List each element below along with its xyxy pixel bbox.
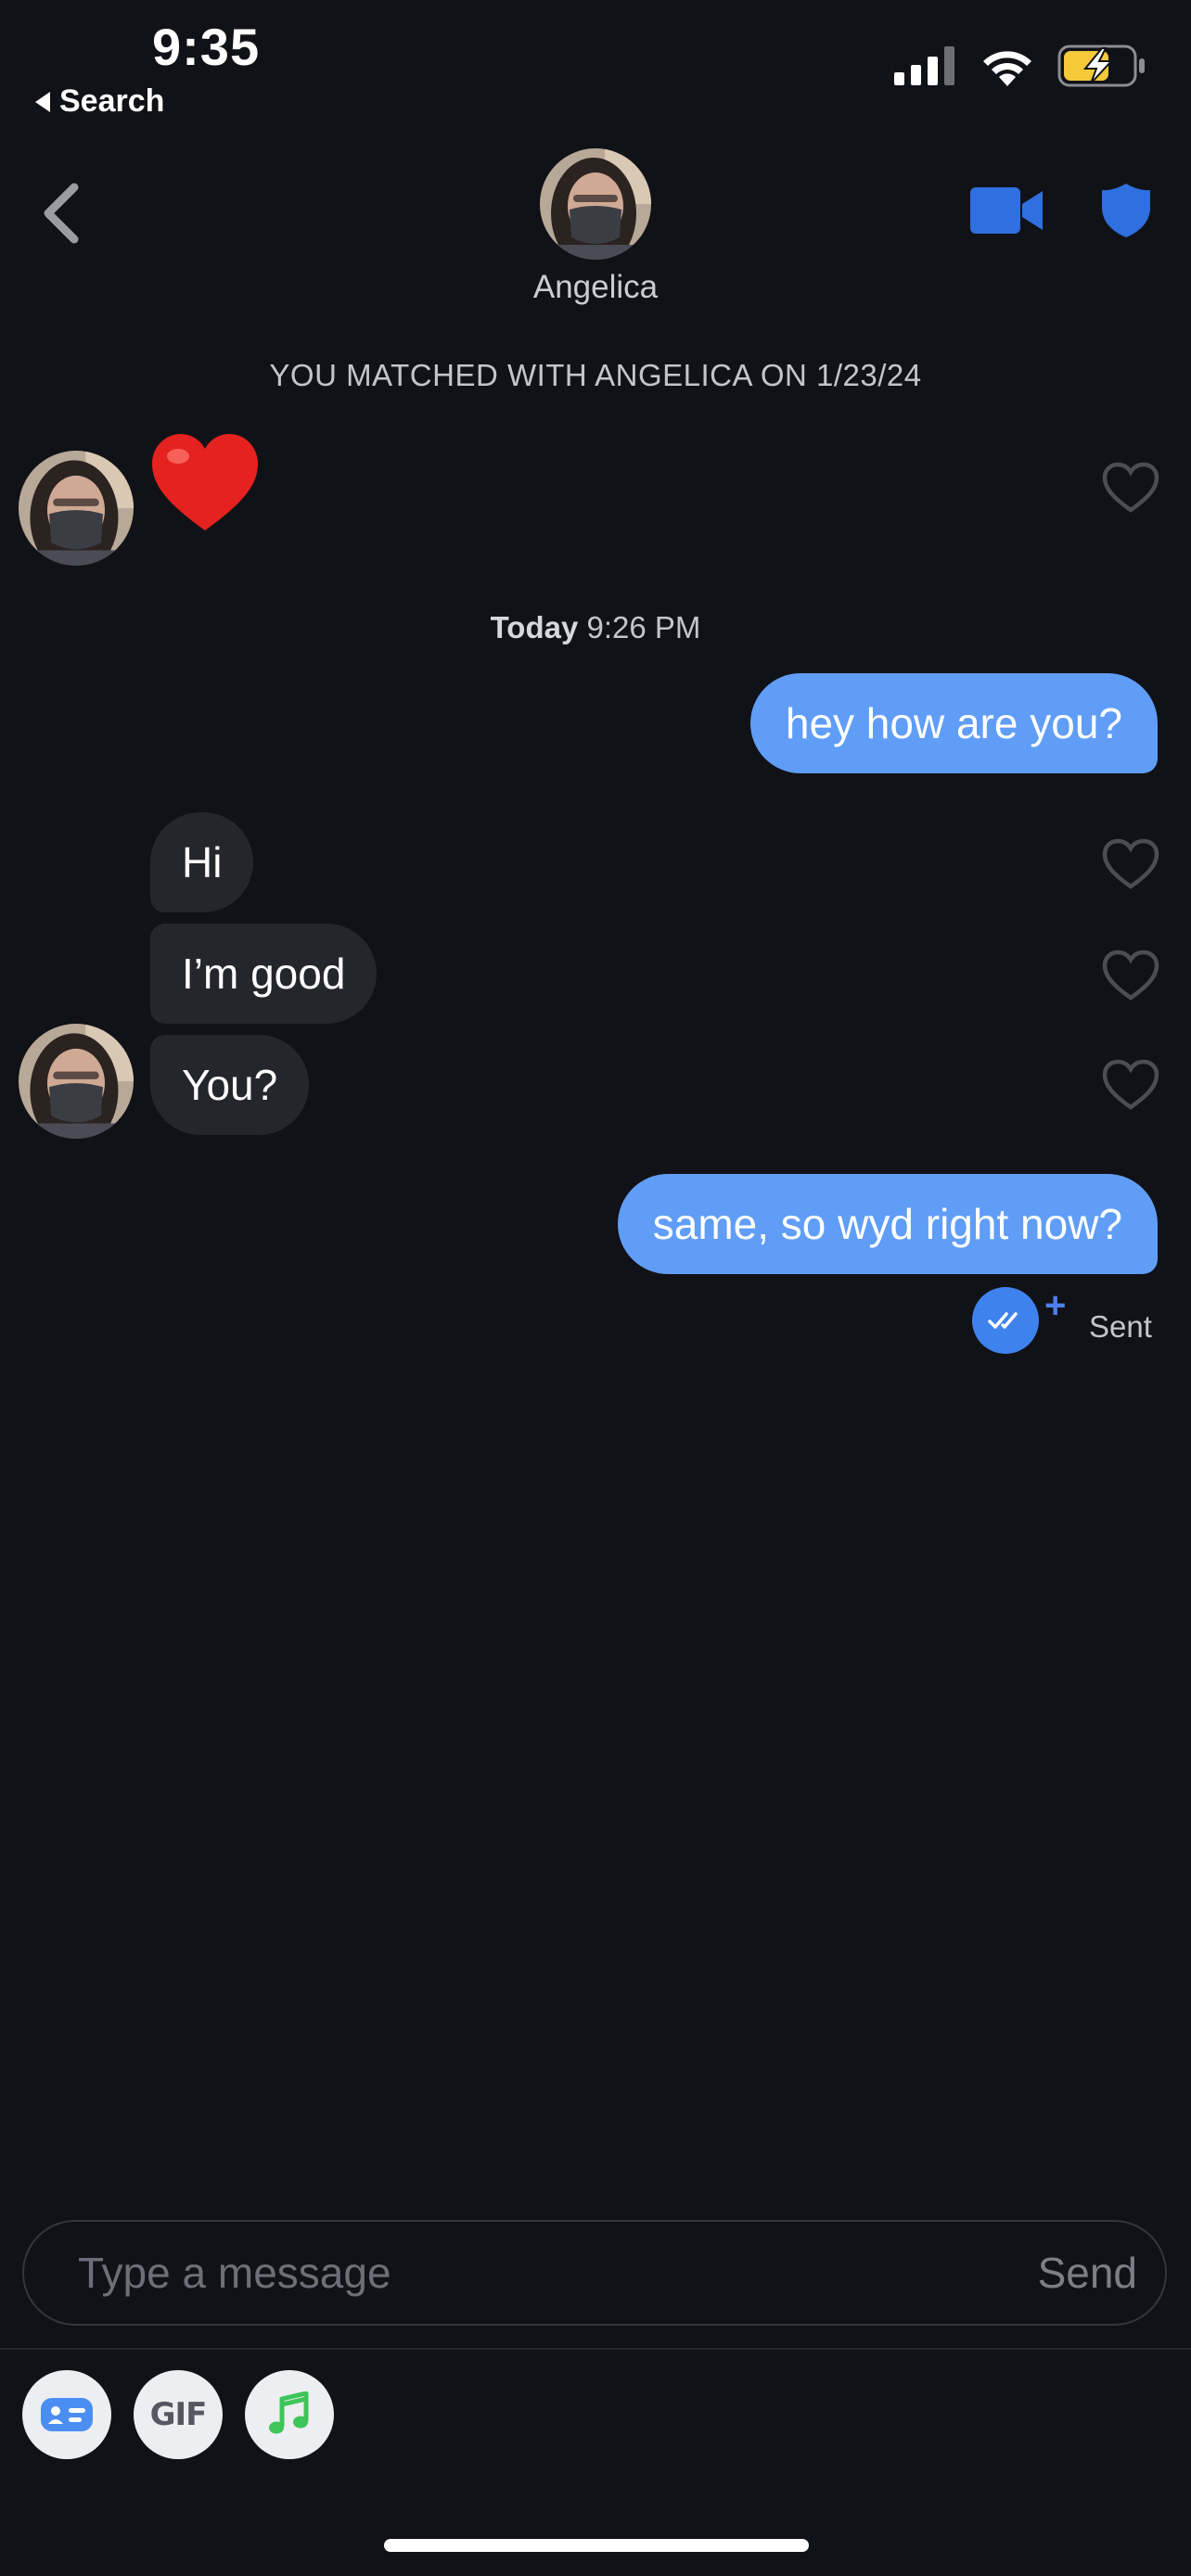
- home-indicator[interactable]: [384, 2539, 809, 2552]
- heart-outline-icon: [1102, 462, 1159, 513]
- status-time: 9:35: [152, 18, 261, 76]
- outgoing-message[interactable]: hey how are you?: [749, 673, 1158, 773]
- message-composer: Send: [22, 2220, 1167, 2326]
- video-camera-icon: [970, 187, 1043, 234]
- contact-card-button[interactable]: [22, 2370, 111, 2459]
- cellular-signal-icon: [894, 46, 954, 85]
- battery-charging-icon: [1057, 45, 1145, 87]
- heart-outline-icon: [1102, 838, 1159, 889]
- incoming-message[interactable]: You?: [150, 1035, 310, 1135]
- message-timestamp: Today 9:26 PM: [0, 610, 1191, 645]
- status-icons: [894, 45, 1146, 87]
- like-message-button[interactable]: [1102, 462, 1159, 514]
- incoming-message[interactable]: Hi: [150, 812, 254, 912]
- sender-avatar[interactable]: [19, 1024, 134, 1139]
- composer-divider: [0, 2348, 1191, 2350]
- heart-outline-icon: [1102, 950, 1159, 1001]
- match-avatar[interactable]: [540, 148, 651, 260]
- plus-icon[interactable]: +: [1044, 1287, 1066, 1324]
- read-receipt-badge[interactable]: [972, 1287, 1039, 1354]
- heart-emoji-message[interactable]: ❤️: [150, 432, 260, 539]
- like-message-button[interactable]: [1102, 838, 1159, 890]
- message-input[interactable]: [78, 2222, 913, 2324]
- incoming-message[interactable]: I’m good: [150, 924, 378, 1024]
- gif-icon: GIF: [149, 2396, 208, 2433]
- back-app-label: Search: [59, 83, 165, 119]
- heart-outline-icon: [1102, 1059, 1159, 1110]
- send-button[interactable]: Send: [1038, 2222, 1137, 2324]
- match-notice: YOU MATCHED WITH ANGELICA ON 1/23/24: [269, 358, 922, 392]
- back-triangle-icon: [35, 91, 50, 112]
- red-heart-icon: [152, 434, 258, 530]
- chevron-left-icon: [44, 183, 79, 244]
- match-name[interactable]: Angelica: [0, 269, 1191, 306]
- back-button[interactable]: [37, 176, 89, 250]
- music-button[interactable]: [245, 2370, 334, 2459]
- wifi-icon: [983, 51, 1031, 86]
- double-check-icon: [988, 1312, 1018, 1329]
- music-note-icon: [269, 2391, 309, 2434]
- gif-button[interactable]: GIF: [134, 2370, 223, 2459]
- timestamp-day: Today: [490, 610, 579, 644]
- contact-card-icon: [41, 2398, 93, 2431]
- back-to-app-link[interactable]: Search: [35, 83, 164, 120]
- avatar-photo: [19, 1024, 134, 1139]
- avatar-photo: [19, 451, 134, 566]
- sent-status: Sent: [1089, 1309, 1152, 1344]
- video-call-button[interactable]: [970, 184, 1044, 242]
- timestamp-time: 9:26 PM: [578, 610, 701, 644]
- outgoing-message[interactable]: same, so wyd right now?: [617, 1174, 1158, 1274]
- safety-button[interactable]: [1100, 182, 1152, 244]
- avatar-photo: [540, 148, 651, 260]
- sender-avatar[interactable]: [19, 451, 134, 566]
- like-message-button[interactable]: [1102, 1059, 1159, 1111]
- like-message-button[interactable]: [1102, 950, 1159, 1001]
- shield-icon: [1102, 184, 1150, 237]
